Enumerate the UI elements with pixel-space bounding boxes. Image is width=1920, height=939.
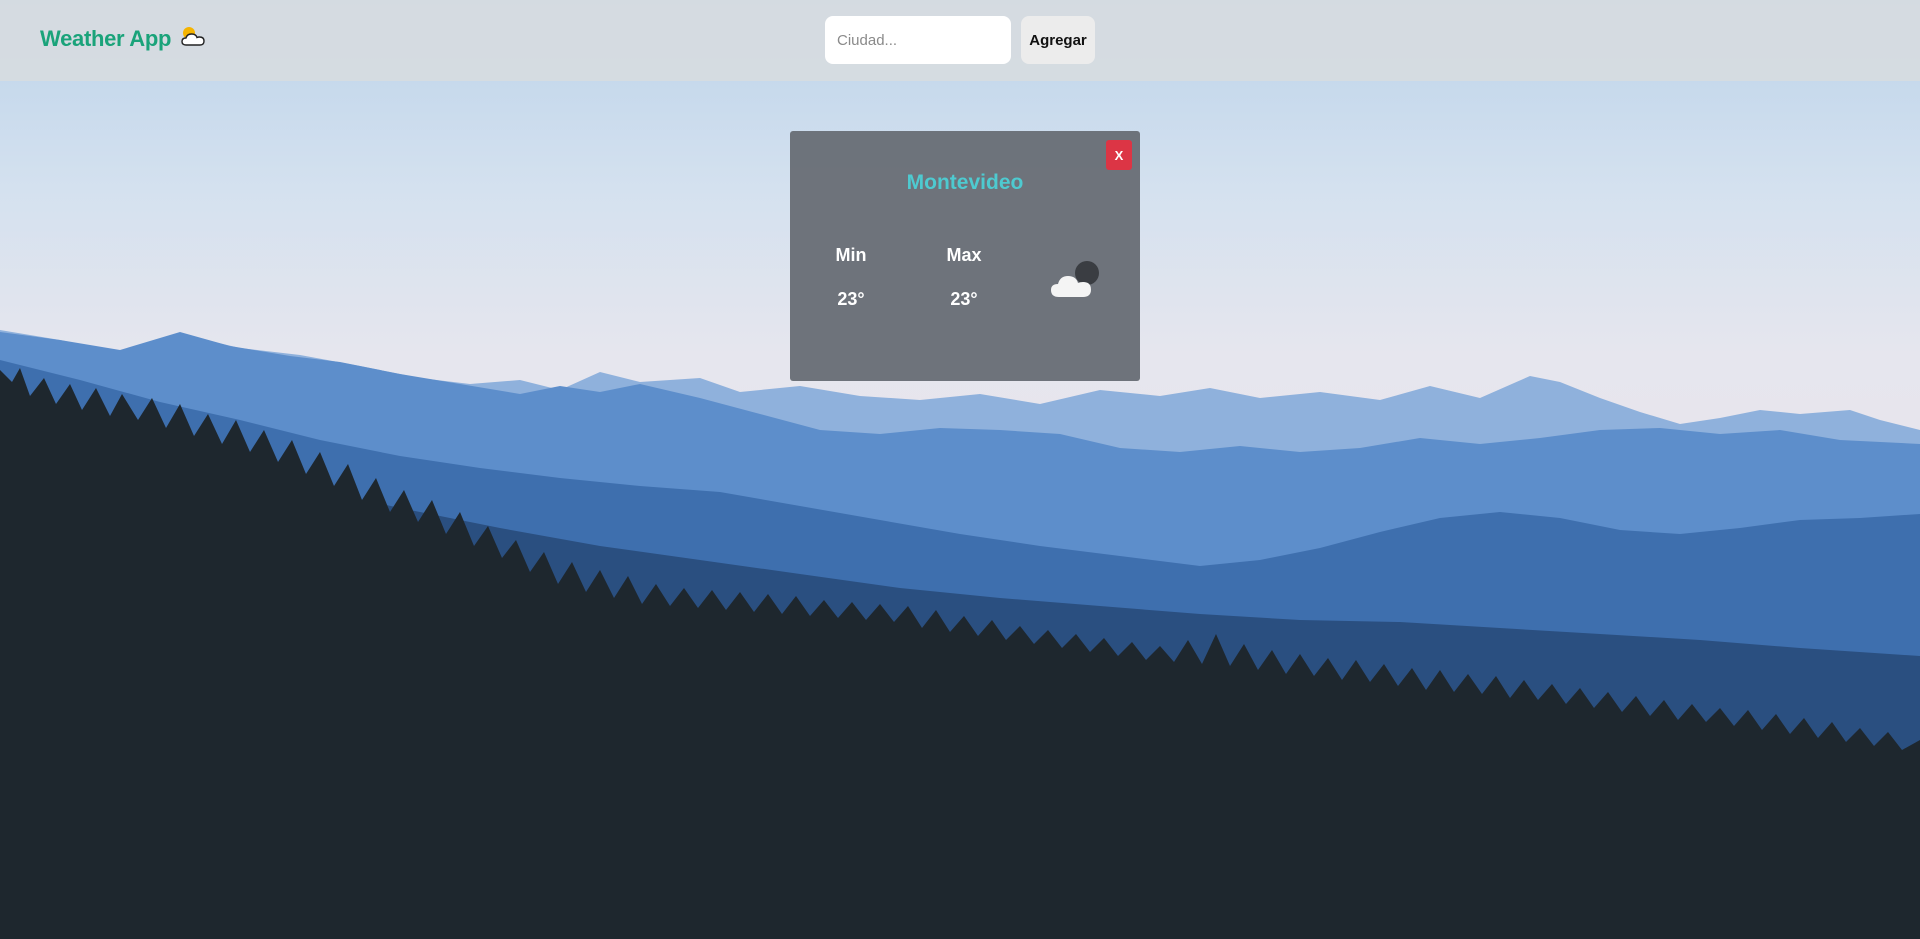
weather-app-page: Weather App Agregar X Montevideo Min 23°… [0,0,1920,939]
city-name: Montevideo [906,171,1024,194]
cloud-night-icon [1051,261,1099,297]
add-city-button[interactable]: Agregar [1021,16,1095,64]
max-temperature: Max 23° [929,244,999,310]
min-value: 23° [837,289,865,309]
city-search-input[interactable] [825,16,1011,64]
min-temperature: Min 23° [816,244,886,310]
top-bar: Weather App Agregar [0,0,1920,81]
close-card-button[interactable]: X [1106,140,1132,170]
sun-behind-cloud-icon [181,27,205,46]
max-value: 23° [950,289,978,309]
app-title: Weather App [40,26,172,51]
min-label: Min [835,245,867,265]
max-label: Max [946,245,982,265]
brand: Weather App [40,26,207,52]
weather-card: X Montevideo Min 23° Max 23° [790,131,1140,381]
